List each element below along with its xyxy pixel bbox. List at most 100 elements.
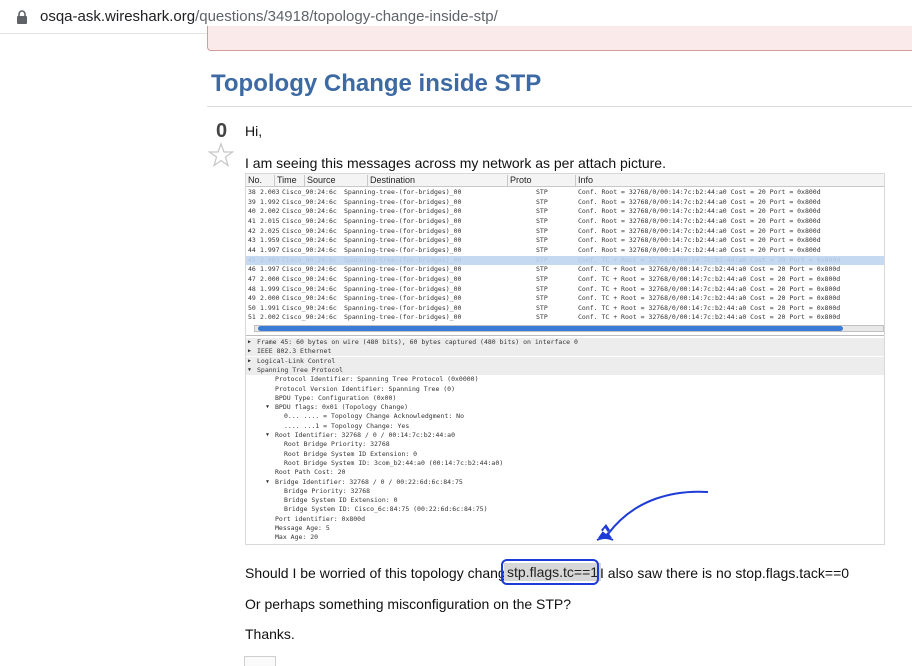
- url-path: /questions/34918/topology-change-inside-…: [195, 8, 498, 25]
- detail-line[interactable]: Protocol Identifier: Spanning Tree Proto…: [246, 375, 884, 384]
- detail-line[interactable]: Port identifier: 0x800d: [246, 515, 884, 524]
- detail-text: Root Bridge System ID: 3com_b2:44:a0 (00…: [284, 458, 504, 467]
- detail-line[interactable]: ▶ Logical-Link Control: [246, 356, 884, 366]
- packet-time: 1.959: [260, 236, 280, 245]
- packet-time: 2.000: [260, 294, 280, 303]
- packet-proto: STP: [536, 197, 548, 206]
- packet-row[interactable]: 42 2.025 Cisco_90:24:6c Spanning-tree-(for-…: [246, 226, 884, 236]
- packet-row[interactable]: 48 1.999 Cisco_90:24:6c Spanning-tree-(for-…: [246, 284, 884, 294]
- packet-info: Conf. TC + Root = 32768/0/00:14:7c:b2:44…: [578, 284, 841, 293]
- detail-line[interactable]: Root Bridge System ID: 3com_b2:44:a0 (00…: [246, 458, 884, 468]
- detail-line[interactable]: Message Age: 5: [246, 524, 884, 533]
- packet-info: Conf. Root = 32768/0/00:14:7c:b2:44:a0 C…: [578, 236, 821, 245]
- col-time: Time: [274, 175, 304, 186]
- packet-row[interactable]: 46 1.997 Cisco_90:24:6c Spanning-tree-(for-…: [246, 265, 884, 274]
- packet-destination: Spanning-tree-(for-bridges)_00: [344, 197, 462, 206]
- col-no: No.: [248, 175, 263, 185]
- detail-line[interactable]: Root Bridge System ID Extension: 0: [246, 450, 884, 459]
- collapse-arrow-icon[interactable]: ▼: [266, 403, 269, 412]
- detail-line[interactable]: Protocol Version Identifier: Spanning Tr…: [246, 384, 884, 394]
- packet-row[interactable]: 51 2.002 Cisco_90:24:6c Spanning-tree-(for-…: [246, 313, 884, 322]
- detail-line[interactable]: 0... .... = Topology Change Acknowledgme…: [246, 412, 884, 421]
- favorite-star-icon[interactable]: [208, 142, 234, 168]
- packet-no: 38: [248, 188, 256, 196]
- packet-info: Conf. Root = 32768/0/00:14:7c:b2:44:a0 C…: [578, 216, 821, 225]
- packet-source: Cisco_90:24:6c: [282, 303, 337, 312]
- detail-line[interactable]: ▶ Frame 45: 60 bytes on wire (480 bits), …: [246, 338, 884, 347]
- title-divider: [207, 106, 912, 107]
- packet-row[interactable]: 44 1.997 Cisco_90:24:6c Spanning-tree-(for-…: [246, 245, 884, 255]
- packet-source: Cisco_90:24:6c: [282, 226, 337, 235]
- detail-line[interactable]: Bridge System ID Extension: 0: [246, 496, 884, 505]
- detail-line[interactable]: ▼ Spanning Tree Protocol: [246, 365, 884, 375]
- packet-time: 1.991: [260, 303, 280, 312]
- detail-text: Protocol Version Identifier: Spanning Tr…: [275, 384, 456, 393]
- detail-line[interactable]: ▶ IEEE 802.3 Ethernet: [246, 347, 884, 357]
- packet-row[interactable]: 40 2.002 Cisco_90:24:6c Spanning-tree-(for-…: [246, 207, 884, 216]
- packet-time: 2.003: [260, 188, 280, 196]
- expand-arrow-icon[interactable]: ▶: [248, 347, 251, 356]
- packet-destination: Spanning-tree-(for-bridges)_00: [344, 274, 462, 283]
- detail-line[interactable]: Root Path Cost: 20: [246, 468, 884, 477]
- packet-row[interactable]: 45 2.003 Cisco_90:24:6c Spanning-tree-(for-…: [246, 255, 884, 265]
- packet-source: Cisco_90:24:6c: [282, 197, 337, 206]
- detail-text: Spanning Tree Protocol: [257, 365, 344, 374]
- packet-destination: Spanning-tree-(for-bridges)_00: [344, 265, 462, 274]
- detail-text: Bridge Priority: 32768: [284, 486, 371, 495]
- detail-text: Logical-Link Control: [257, 356, 336, 365]
- detail-line[interactable]: ▼ Bridge Identifier: 32768 / 0 / 00:22:6d…: [246, 478, 884, 487]
- detail-line[interactable]: ▼ Root Identifier: 32768 / 0 / 00:14:7c:b…: [246, 431, 884, 440]
- detail-line[interactable]: BPDU Type: Configuration (0x00): [246, 394, 884, 403]
- detail-line[interactable]: ▼ BPDU flags: 0x01 (Topology Change): [246, 403, 884, 412]
- packet-destination: Spanning-tree-(for-bridges)_00: [344, 188, 462, 196]
- packet-proto: STP: [536, 216, 548, 225]
- packet-proto: STP: [536, 284, 548, 293]
- packet-destination: Spanning-tree-(for-bridges)_00: [344, 255, 462, 264]
- packet-no: 40: [248, 207, 256, 216]
- packet-time: 1.997: [260, 265, 280, 274]
- packet-source: Cisco_90:24:6c: [282, 265, 337, 274]
- packet-no: 43: [248, 236, 256, 245]
- url-text[interactable]: osqa-ask.wireshark.org/questions/34918/t…: [40, 8, 498, 25]
- collapse-arrow-icon[interactable]: ▼: [266, 478, 269, 487]
- packet-proto: STP: [536, 245, 548, 254]
- expand-arrow-icon[interactable]: ▶: [248, 338, 251, 347]
- packet-row[interactable]: 49 2.000 Cisco_90:24:6c Spanning-tree-(for-…: [246, 294, 884, 303]
- packet-no: 41: [248, 216, 256, 225]
- packet-row[interactable]: 47 2.000 Cisco_90:24:6c Spanning-tree-(for-…: [246, 274, 884, 284]
- wireshark-capture-image: No. Time Source Destination Proto Info 3…: [245, 173, 885, 545]
- packet-time: 2.002: [260, 207, 280, 216]
- collapse-arrow-icon[interactable]: ▼: [266, 431, 269, 440]
- packet-destination: Spanning-tree-(for-bridges)_00: [344, 207, 462, 216]
- packet-destination: Spanning-tree-(for-bridges)_00: [344, 313, 462, 322]
- detail-text: Message Age: 5: [275, 524, 330, 532]
- packet-source: Cisco_90:24:6c: [282, 188, 337, 196]
- detail-text: Protocol Identifier: Spanning Tree Proto…: [275, 375, 479, 384]
- expand-arrow-icon[interactable]: ▶: [248, 357, 251, 366]
- packet-row[interactable]: 39 1.992 Cisco_90:24:6c Spanning-tree-(for-…: [246, 197, 884, 207]
- detail-text: Root Bridge Priority: 32768: [284, 440, 390, 449]
- collapse-arrow-icon[interactable]: ▼: [248, 366, 251, 375]
- packet-info: Conf. Root = 32768/0/00:14:7c:b2:44:a0 C…: [578, 188, 821, 196]
- packet-info: Conf. Root = 32768/0/00:14:7c:b2:44:a0 C…: [578, 226, 821, 235]
- col-proto: Proto: [507, 175, 575, 186]
- packet-row[interactable]: 43 1.959 Cisco_90:24:6c Spanning-tree-(for-…: [246, 236, 884, 245]
- packet-no: 45: [248, 255, 256, 264]
- packet-source: Cisco_90:24:6c: [282, 284, 337, 293]
- detail-line[interactable]: .... ...1 = Topology Change: Yes: [246, 421, 884, 431]
- scrollbar-thumb: [258, 326, 843, 331]
- packet-info: Conf. Root = 32768/0/00:14:7c:b2:44:a0 C…: [578, 207, 821, 216]
- question-title[interactable]: Topology Change inside STP: [211, 70, 541, 98]
- packet-proto: STP: [536, 313, 548, 322]
- thanks-text: Thanks.: [245, 626, 295, 642]
- packet-destination: Spanning-tree-(for-bridges)_00: [344, 294, 462, 303]
- detail-line[interactable]: Bridge System ID: Cisco_6c:84:75 (00:22:…: [246, 505, 884, 514]
- detail-text: Bridge System ID: Cisco_6c:84:75 (00:22:…: [284, 505, 488, 514]
- packet-row[interactable]: 41 2.015 Cisco_90:24:6c Spanning-tree-(for-…: [246, 216, 884, 226]
- packet-row[interactable]: 38 2.003 Cisco_90:24:6c Spanning-tree-(for-…: [246, 188, 884, 197]
- detail-text: .... ...1 = Topology Change: Yes: [284, 421, 410, 430]
- packet-row[interactable]: 50 1.991 Cisco_90:24:6c Spanning-tree-(for-…: [246, 303, 884, 313]
- detail-line[interactable]: Root Bridge Priority: 32768: [246, 440, 884, 449]
- detail-line[interactable]: Bridge Priority: 32768: [246, 486, 884, 496]
- detail-line[interactable]: Max Age: 20: [246, 533, 884, 542]
